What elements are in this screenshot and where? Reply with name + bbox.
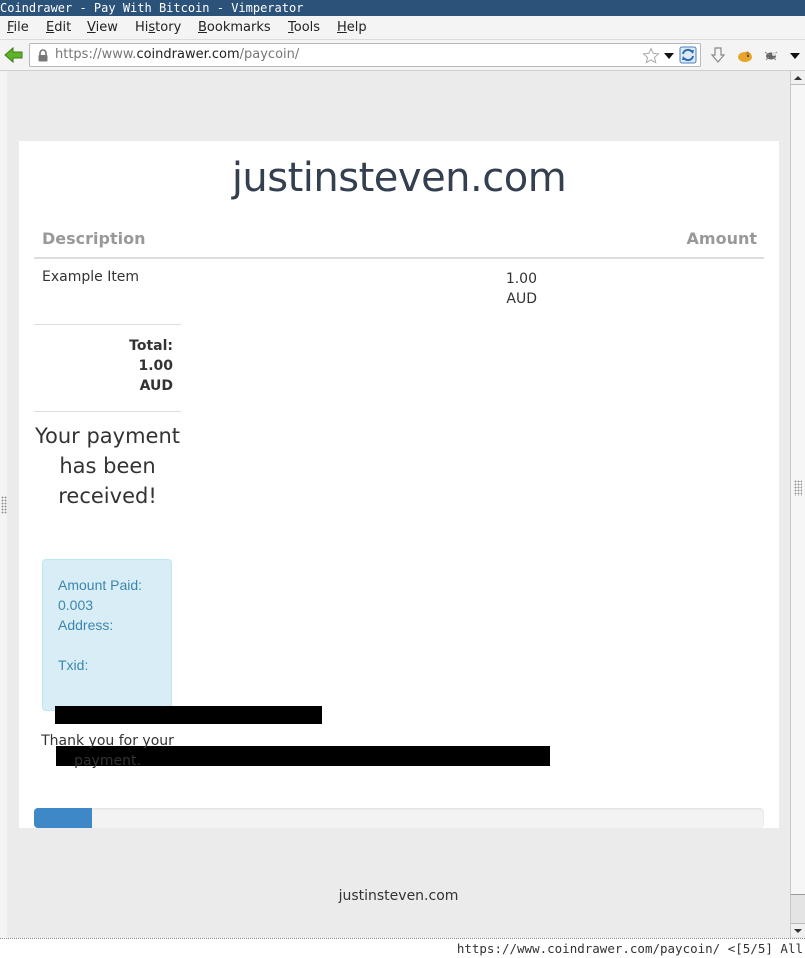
toolbar-menu-dropdown-icon[interactable] xyxy=(790,53,800,59)
invoice-card: justinsteven.com Description Amount Exam… xyxy=(19,141,779,828)
total-label: Total: xyxy=(129,338,173,354)
payment-received-message: Your payment has been received! xyxy=(34,424,181,508)
status-line-text: https://www.coindrawer.com/paycoin/ <[5/… xyxy=(456,941,803,956)
footer-site-name: justinsteven.com xyxy=(338,888,459,904)
total-currency: AUD xyxy=(139,378,173,394)
back-arrow-icon xyxy=(4,46,23,64)
amount-paid-label: Amount Paid: xyxy=(58,577,143,593)
item-amount-value: 1.00 xyxy=(505,271,537,287)
payment-info-box: Amount Paid: 0.003 Address: Txid: xyxy=(42,559,172,711)
txid-label: Txid: xyxy=(58,657,89,673)
scroll-down-button[interactable] xyxy=(791,923,805,937)
progress-bar-fill xyxy=(34,808,93,828)
addon-bug-icon[interactable] xyxy=(762,46,780,64)
addon-fox-icon[interactable] xyxy=(735,46,753,64)
invoice-table-header: Description Amount xyxy=(34,227,764,259)
navigation-bar: https://www.coindrawer.com/paycoin/ xyxy=(0,40,805,71)
status-line: https://www.coindrawer.com/paycoin/ <[5/… xyxy=(0,938,805,958)
bookmark-star-icon[interactable] xyxy=(642,47,660,65)
lock-icon xyxy=(38,49,48,62)
download-icon[interactable] xyxy=(709,46,727,64)
reload-icon[interactable] xyxy=(679,46,697,64)
amount-paid-value: 0.003 xyxy=(58,597,94,613)
gutter-grip-icon[interactable] xyxy=(1,496,7,514)
page-viewport: justinsteven.com Description Amount Exam… xyxy=(0,71,790,938)
arrow-down-icon xyxy=(794,929,802,933)
menu-help[interactable]: Help xyxy=(337,16,367,40)
window-title: Coindrawer - Pay With Bitcoin - Vimperat… xyxy=(0,1,304,15)
item-description: Example Item xyxy=(42,269,140,285)
grip-icon xyxy=(794,480,802,496)
column-header-amount: Amount xyxy=(686,229,757,248)
column-header-description: Description xyxy=(42,229,146,248)
menu-bookmarks[interactable]: Bookmarks xyxy=(198,16,271,40)
menu-file[interactable]: File xyxy=(7,16,29,40)
url-bar[interactable]: https://www.coindrawer.com/paycoin/ xyxy=(29,43,701,67)
scroll-up-button[interactable] xyxy=(791,71,805,85)
total-amount: 1.00 xyxy=(138,358,173,374)
menubar: File Edit View History Bookmarks Tools H… xyxy=(0,16,805,40)
arrow-up-icon xyxy=(794,76,802,80)
menu-tools[interactable]: Tools xyxy=(288,16,320,40)
vertical-scrollbar[interactable] xyxy=(790,71,805,938)
item-amount: 1.00 AUD xyxy=(489,269,537,309)
url-text[interactable]: https://www.coindrawer.com/paycoin/ xyxy=(55,44,299,66)
url-dropdown-icon[interactable] xyxy=(664,53,674,59)
total-block: Total: 1.00 AUD xyxy=(34,324,181,412)
total-text: Total: 1.00 AUD xyxy=(129,336,173,396)
address-label: Address: xyxy=(58,617,114,633)
item-amount-currency: AUD xyxy=(506,291,537,307)
back-button[interactable] xyxy=(4,46,24,64)
progress-bar xyxy=(34,808,764,828)
site-title: justinsteven.com xyxy=(231,155,567,201)
window-titlebar: Coindrawer - Pay With Bitcoin - Vimperat… xyxy=(0,0,805,16)
thank-you-message: Thank you for your payment. xyxy=(41,733,174,769)
menu-view[interactable]: View xyxy=(87,16,118,40)
scrollbar-thumb[interactable] xyxy=(791,85,805,895)
address-redaction xyxy=(55,706,322,724)
menu-history[interactable]: History xyxy=(135,16,181,40)
left-gutter xyxy=(0,71,7,938)
menu-edit[interactable]: Edit xyxy=(46,16,71,40)
